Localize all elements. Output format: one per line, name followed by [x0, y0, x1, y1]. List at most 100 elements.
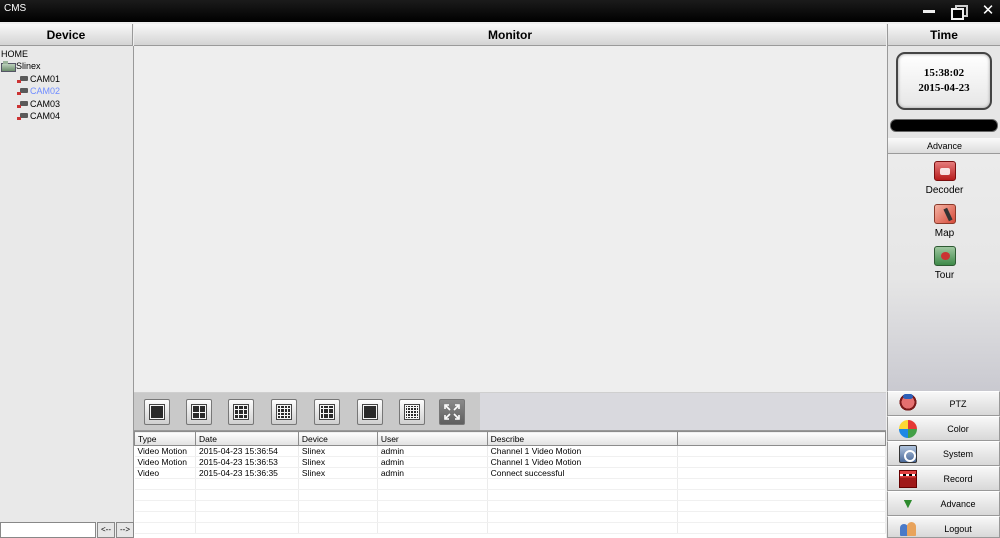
tree-root[interactable]: HOME: [1, 48, 28, 60]
table-row[interactable]: Video Motion 2015-04-23 15:36:54 Slinex …: [134, 445, 886, 457]
ptz-label: PTZ: [949, 399, 967, 409]
fullscreen-button[interactable]: [439, 399, 465, 425]
cell-user: admin: [377, 445, 488, 457]
grid-cell: [374, 416, 376, 418]
tour-label: Tour: [934, 270, 955, 281]
camera-icon: [17, 87, 29, 95]
grid-cell: [284, 415, 287, 418]
grid-cell: [281, 406, 284, 409]
cell-user: admin: [377, 456, 488, 468]
layout-1-button[interactable]: [144, 399, 170, 425]
grid-cell: [284, 409, 287, 412]
tree-group-slinex[interactable]: Slinex: [1, 60, 41, 72]
camera-icon: [17, 112, 29, 120]
cell-date: 2015-04-23 15:36:53: [195, 456, 299, 468]
layout-16-button[interactable]: [271, 399, 297, 425]
device-panel-title: Device: [0, 24, 133, 46]
monitor-panel-title: Monitor: [134, 24, 886, 46]
next-page-button[interactable]: -->: [116, 522, 134, 538]
tree-group-label: Slinex: [16, 61, 41, 71]
close-icon[interactable]: ✕: [981, 3, 995, 18]
clock-time: 15:38:02: [923, 67, 965, 79]
grid-cell: [281, 415, 284, 418]
system-button[interactable]: System: [887, 441, 1000, 466]
grid-cell: [239, 414, 243, 418]
grid-cell: [151, 406, 163, 418]
tree-item-cam03[interactable]: CAM03: [17, 98, 60, 110]
logout-label: Logout: [944, 524, 972, 534]
grid-cell: [243, 410, 247, 414]
table-row-empty: [134, 511, 886, 523]
layout-button-strip: [134, 393, 480, 431]
grid-cell: [193, 406, 199, 412]
cell-describe: Connect successful: [487, 467, 679, 479]
ptz-button[interactable]: PTZ: [887, 391, 1000, 416]
cell-describe: Channel 1 Video Motion: [487, 456, 679, 468]
map-label: Map: [934, 228, 955, 239]
camera-icon: [17, 100, 29, 108]
layout-toolbar: [134, 392, 886, 431]
cell-type: Video Motion: [134, 445, 196, 457]
table-row[interactable]: Video Motion 2015-04-23 15:36:53 Slinex …: [134, 456, 886, 468]
grid-cell: [278, 406, 281, 409]
table-row-empty: [134, 489, 886, 501]
grid-cell: [278, 412, 281, 415]
grid-cell: [287, 415, 290, 418]
column-header-date[interactable]: Date: [194, 431, 299, 446]
color-label: Color: [947, 424, 969, 434]
cell-date: 2015-04-23 15:36:35: [195, 467, 299, 479]
system-label: System: [942, 449, 973, 459]
layout-9-button[interactable]: [228, 399, 254, 425]
layout-36-button[interactable]: [357, 399, 383, 425]
color-button[interactable]: Color: [887, 416, 1000, 441]
tree-item-cam04[interactable]: CAM04: [17, 110, 60, 122]
decoder-icon: [934, 161, 956, 181]
tree-item-label: CAM04: [30, 111, 61, 121]
grid-cell: [287, 412, 290, 415]
table-row-empty: [134, 478, 886, 490]
tree-item-cam02[interactable]: CAM02: [17, 85, 60, 97]
grid-cell: [278, 409, 281, 412]
tree-item-cam01[interactable]: CAM01: [17, 73, 60, 85]
status-bar: [890, 119, 998, 132]
grid-cell: [416, 416, 418, 418]
table-row-empty: [134, 500, 886, 512]
record-button[interactable]: Record: [887, 466, 1000, 491]
device-search-input[interactable]: [0, 522, 96, 538]
logout-button[interactable]: Logout: [887, 516, 1000, 538]
column-header-type[interactable]: Type: [134, 431, 196, 446]
advance-panel-header: Advance: [888, 138, 1000, 154]
column-header-device[interactable]: Device: [297, 431, 378, 446]
camera-icon: [17, 75, 29, 83]
grid-cell: [284, 406, 287, 409]
cell-device: Slinex: [298, 445, 378, 457]
layout-4-button[interactable]: [186, 399, 212, 425]
decoder-button[interactable]: Decoder: [888, 161, 1000, 201]
layout-64-button[interactable]: [399, 399, 425, 425]
layout-25-button[interactable]: [314, 399, 340, 425]
tour-button[interactable]: Tour: [888, 246, 1000, 286]
log-header-row: Type Date Device User Describe: [134, 431, 886, 446]
device-tree: HOME Slinex CAM01 CAM02 CAM03 CAM04: [0, 46, 134, 522]
map-button[interactable]: Map: [888, 204, 1000, 244]
grid-cell: [239, 410, 243, 414]
table-row[interactable]: Video 2015-04-23 15:36:35 Slinex admin C…: [134, 467, 886, 479]
table-row-empty: [134, 522, 886, 534]
minimize-icon[interactable]: [922, 4, 936, 18]
cell-device: Slinex: [298, 467, 378, 479]
grid-cell: [199, 406, 205, 412]
device-footer: <-- -->: [0, 522, 134, 538]
grid-cell: [235, 414, 239, 418]
column-header-user[interactable]: User: [376, 431, 488, 446]
record-icon: [899, 470, 917, 488]
app-title: CMS: [4, 3, 27, 14]
advance-panel: Advance Decoder Map Tour: [887, 138, 1000, 392]
clock-date: 2015-04-23: [918, 82, 970, 94]
advance-button[interactable]: Advance: [887, 491, 1000, 516]
restore-icon[interactable]: [951, 4, 968, 20]
grid-cell: [278, 415, 281, 418]
video-monitor-area[interactable]: [134, 46, 886, 392]
tour-icon: [934, 246, 956, 266]
column-header-describe[interactable]: Describe: [486, 431, 679, 446]
prev-page-button[interactable]: <--: [97, 522, 115, 538]
